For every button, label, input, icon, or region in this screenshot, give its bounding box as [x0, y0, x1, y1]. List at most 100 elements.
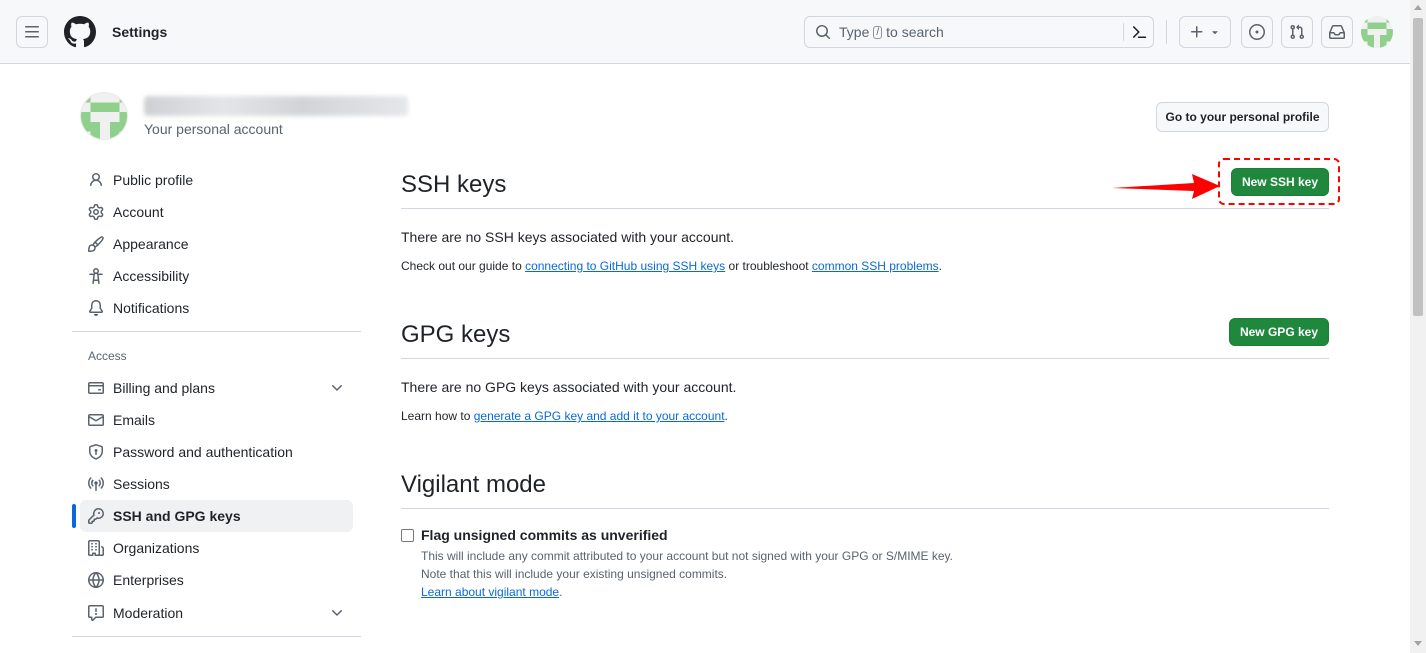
ssh-troubleshoot-link[interactable]: common SSH problems — [812, 259, 939, 273]
sidebar-item-appearance[interactable]: Appearance — [80, 228, 353, 260]
scroll-up-arrow-icon[interactable] — [1414, 5, 1422, 10]
globe-icon — [88, 572, 104, 588]
shield-lock-icon — [89, 444, 103, 460]
ssh-guide-middle: or troubleshoot — [725, 259, 812, 273]
search-icon — [816, 25, 831, 40]
gear-icon — [88, 204, 104, 220]
github-logo-icon[interactable] — [64, 16, 96, 48]
git-pull-request-icon — [1290, 24, 1305, 40]
chevron-down-icon[interactable] — [329, 380, 345, 396]
sidebar-divider — [72, 636, 361, 637]
person-icon — [90, 173, 102, 187]
global-header: Settings Type / to search — [0, 0, 1410, 64]
sidebar-item-public-profile[interactable]: Public profile — [80, 164, 353, 196]
sidebar-item-label: SSH and GPG keys — [113, 508, 241, 524]
new-gpg-key-button[interactable]: New GPG key — [1229, 318, 1329, 346]
vigilant-description-line1: This will include any commit attributed … — [421, 549, 954, 563]
hamburger-icon — [25, 26, 39, 38]
create-new-button[interactable] — [1179, 16, 1231, 48]
search-shortcut-key: / — [873, 25, 883, 39]
gpg-learn-text: Learn how to generate a GPG key and add … — [401, 409, 728, 423]
sidebar-item-moderation[interactable]: Moderation — [80, 597, 353, 629]
sidebar-item-sessions[interactable]: Sessions — [80, 468, 353, 500]
ssh-guide-link[interactable]: connecting to GitHub using SSH keys — [525, 259, 725, 273]
chevron-down-icon[interactable] — [329, 605, 345, 621]
search-input[interactable]: Type / to search — [804, 16, 1154, 48]
triangle-down-icon — [1212, 31, 1218, 35]
issue-opened-icon — [1249, 24, 1265, 40]
sidebar-item-label: Appearance — [113, 236, 189, 252]
sidebar-item-password-auth[interactable]: Password and authentication — [80, 436, 353, 468]
sidebar-item-label: Emails — [113, 412, 156, 428]
vigilant-mode-checkbox[interactable] — [401, 529, 414, 542]
identicon-icon — [1361, 16, 1393, 48]
sidebar-item-label: Public profile — [113, 172, 194, 188]
broadcast-icon — [88, 477, 104, 491]
gpg-learn-link[interactable]: generate a GPG key and add it to your ac… — [474, 409, 725, 423]
new-ssh-key-button[interactable]: New SSH key — [1231, 168, 1329, 196]
sidebar-item-label: Moderation — [113, 605, 184, 621]
identicon-icon — [81, 93, 127, 139]
account-subtitle: Your personal account — [144, 121, 283, 137]
plus-icon — [1191, 26, 1203, 38]
account-name-redacted — [144, 96, 408, 116]
context-title[interactable]: Settings — [112, 24, 167, 40]
sidebar-item-label: Password and authentication — [113, 444, 293, 460]
go-to-profile-button[interactable]: Go to your personal profile — [1156, 102, 1329, 132]
scrollbar-thumb[interactable] — [1413, 18, 1423, 316]
sidebar-item-label: Notifications — [113, 300, 190, 316]
sidebar-divider — [72, 331, 361, 332]
bell-icon — [88, 300, 103, 316]
scroll-down-arrow-icon[interactable] — [1414, 641, 1422, 646]
sidebar-item-label: Accessibility — [113, 268, 190, 284]
pull-requests-button[interactable] — [1281, 16, 1313, 48]
search-placeholder-suffix: to search — [886, 24, 944, 40]
section-divider — [401, 208, 1329, 209]
sidebar-item-enterprises[interactable]: Enterprises — [80, 564, 353, 596]
ssh-guide-suffix: . — [938, 259, 942, 273]
header-divider — [1166, 20, 1167, 44]
open-menu-button[interactable] — [16, 16, 48, 48]
vigilant-mode-heading: Vigilant mode — [401, 471, 546, 498]
search-divider — [1123, 23, 1124, 41]
ssh-guide-prefix: Check out our guide to — [401, 259, 526, 273]
gpg-learn-suffix: . — [724, 409, 728, 423]
sidebar-item-emails[interactable]: Emails — [80, 404, 353, 436]
vigilant-learn-text: Learn about vigilant mode. — [421, 585, 562, 599]
sidebar-section-heading: Access — [88, 349, 127, 363]
vigilant-learn-link[interactable]: Learn about vigilant mode — [421, 585, 559, 599]
sidebar-item-billing[interactable]: Billing and plans — [80, 372, 353, 404]
sidebar-item-label: Billing and plans — [113, 380, 215, 396]
credit-card-icon — [88, 382, 104, 394]
sidebar-item-label: Enterprises — [113, 572, 184, 588]
active-indicator — [72, 504, 76, 528]
gpg-keys-heading: GPG keys — [401, 321, 511, 348]
sidebar-item-label: Organizations — [113, 540, 200, 556]
key-icon — [88, 508, 104, 524]
organization-icon — [88, 540, 104, 556]
sidebar-item-organizations[interactable]: Organizations — [80, 532, 353, 564]
inbox-button[interactable] — [1321, 16, 1353, 48]
sidebar-item-label: Account — [113, 204, 164, 220]
ssh-empty-message: There are no SSH keys associated with yo… — [401, 229, 735, 245]
search-placeholder-prefix: Type — [839, 24, 870, 40]
gpg-learn-prefix: Learn how to — [401, 409, 474, 423]
user-avatar[interactable] — [1361, 16, 1393, 48]
report-icon — [88, 605, 104, 621]
sidebar-item-accessibility[interactable]: Accessibility — [80, 260, 353, 292]
sidebar-item-label: Sessions — [113, 476, 170, 492]
command-palette-icon[interactable] — [1131, 24, 1147, 40]
page-scrollbar[interactable] — [1410, 0, 1426, 653]
gpg-empty-message: There are no GPG keys associated with yo… — [401, 379, 737, 395]
issues-button[interactable] — [1241, 16, 1273, 48]
vigilant-description-line2: Note that this will include your existin… — [421, 567, 728, 581]
vigilant-learn-suffix: . — [559, 585, 563, 599]
ssh-keys-heading: SSH keys — [401, 171, 507, 198]
paintbrush-icon — [88, 236, 104, 252]
sidebar-item-notifications[interactable]: Notifications — [80, 292, 353, 324]
mail-icon — [88, 414, 104, 426]
vigilant-mode-checkbox-label[interactable]: Flag unsigned commits as unverified — [421, 527, 668, 543]
ssh-guide-text: Check out our guide to connecting to Git… — [401, 259, 942, 273]
sidebar-item-account[interactable]: Account — [80, 196, 353, 228]
sidebar-item-ssh-gpg-keys[interactable]: SSH and GPG keys — [80, 500, 353, 532]
